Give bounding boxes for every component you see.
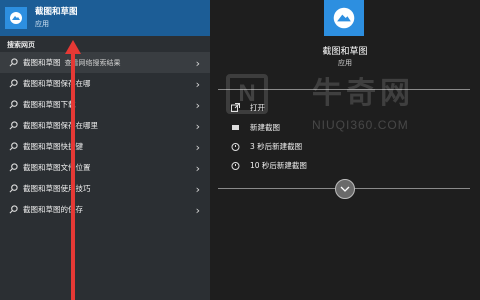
web-result-item[interactable]: 截图和草图保存在哪里 › xyxy=(0,115,210,136)
search-icon xyxy=(9,163,18,172)
chevron-right-icon[interactable]: › xyxy=(196,78,200,91)
chevron-right-icon[interactable]: › xyxy=(196,204,200,217)
chevron-right-icon[interactable]: › xyxy=(196,162,200,175)
result-text: 截图和草图保存在哪里 xyxy=(23,121,98,130)
action-label: 新建截图 xyxy=(250,122,280,132)
search-icon xyxy=(9,100,18,109)
web-results-list: 截图和草图 查看网络搜索结果 › 截图和草图保存在哪 › 截图和草图下载 › 截图… xyxy=(0,52,210,220)
web-result-item[interactable]: 截图和草图 查看网络搜索结果 › xyxy=(0,52,210,73)
watermark-url: NIUQI360.COM xyxy=(312,118,409,132)
search-icon xyxy=(9,184,18,193)
web-result-item[interactable]: 截图和草图下载 › xyxy=(0,94,210,115)
detail-app-type: 应用 xyxy=(338,59,352,67)
action-label: 10 秒后新建截图 xyxy=(250,160,307,170)
app-detail-pane: 截图和草图 应用 打开 新建截图 3 秒后新建截图 10 秒后新建截图 xyxy=(210,0,480,300)
watermark-logo: N xyxy=(226,74,268,114)
detail-app-title: 截图和草图 xyxy=(322,47,368,57)
search-icon xyxy=(9,79,18,88)
web-result-item[interactable]: 截图和草图保存在哪 › xyxy=(0,73,210,94)
best-match-result[interactable]: 截图和草图 应用 xyxy=(0,0,210,36)
web-result-item[interactable]: 截图和草图使用技巧 › xyxy=(0,178,210,199)
chevron-right-icon[interactable]: › xyxy=(196,120,200,133)
action-snip-3s[interactable]: 3 秒后新建截图 xyxy=(230,139,302,153)
web-result-item[interactable]: 截图和草图文件位置 › xyxy=(0,157,210,178)
action-label: 3 秒后新建截图 xyxy=(250,141,303,151)
snip-sketch-app-icon xyxy=(324,0,364,36)
action-new-snip[interactable]: 新建截图 xyxy=(230,120,280,134)
search-icon xyxy=(9,58,18,67)
timer-icon xyxy=(230,160,240,170)
chevron-right-icon[interactable]: › xyxy=(196,183,200,196)
section-label-web: 搜索网页 xyxy=(7,41,35,49)
best-match-subtitle: 应用 xyxy=(35,20,49,28)
action-snip-10s[interactable]: 10 秒后新建截图 xyxy=(230,158,307,172)
red-arrow-annotation xyxy=(65,40,81,300)
web-result-item[interactable]: 截图和草图快捷键 › xyxy=(0,136,210,157)
expand-button[interactable] xyxy=(335,179,355,199)
search-icon xyxy=(9,142,18,151)
snip-sketch-app-icon xyxy=(5,7,27,29)
web-result-item[interactable]: 截图和草图的保存 › xyxy=(0,199,210,220)
search-results-pane: 截图和草图 应用 搜索网页 截图和草图 查看网络搜索结果 › 截图和草图保存在哪 … xyxy=(0,0,210,300)
search-icon xyxy=(9,121,18,130)
chevron-down-icon xyxy=(340,186,350,192)
new-snip-icon xyxy=(230,122,240,132)
result-text: 截图和草图 xyxy=(23,58,61,67)
chevron-right-icon[interactable]: › xyxy=(196,57,200,70)
timer-icon xyxy=(230,141,240,151)
chevron-right-icon[interactable]: › xyxy=(196,141,200,154)
best-match-title: 截图和草图 xyxy=(35,7,78,17)
chevron-right-icon[interactable]: › xyxy=(196,99,200,112)
watermark-text: 牛奇网 xyxy=(312,76,414,111)
search-icon xyxy=(9,205,18,214)
